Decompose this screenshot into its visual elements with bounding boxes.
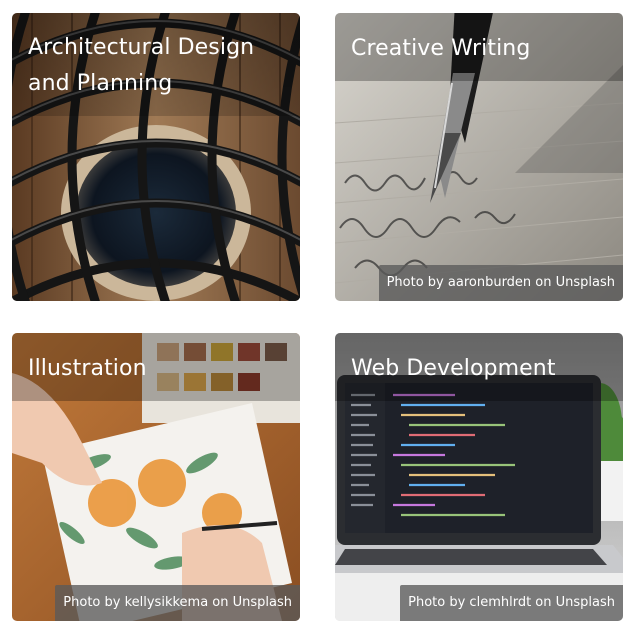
card-title: Illustration [12, 333, 300, 401]
photo-credit[interactable]: Photo by clemhlrdt on Unsplash [400, 585, 623, 621]
photo-credit[interactable]: Photo by aaronburden on Unsplash [378, 265, 623, 301]
card-architectural-design[interactable]: Architectural Design and Planning [12, 13, 300, 301]
card-title: Creative Writing [335, 13, 623, 81]
card-creative-writing[interactable]: Creative Writing Photo by aaronburden on… [335, 13, 623, 301]
photo-credit[interactable]: Photo by kellysikkema on Unsplash [55, 585, 300, 621]
card-title: Architectural Design and Planning [12, 13, 300, 116]
card-web-development[interactable]: Web Development Photo by clemhlrdt on Un… [335, 333, 623, 621]
card-title: Web Development [335, 333, 623, 401]
course-card-grid: Architectural Design and Planning Creati… [0, 0, 640, 640]
card-illustration[interactable]: Illustration Photo by kellysikkema on Un… [12, 333, 300, 621]
